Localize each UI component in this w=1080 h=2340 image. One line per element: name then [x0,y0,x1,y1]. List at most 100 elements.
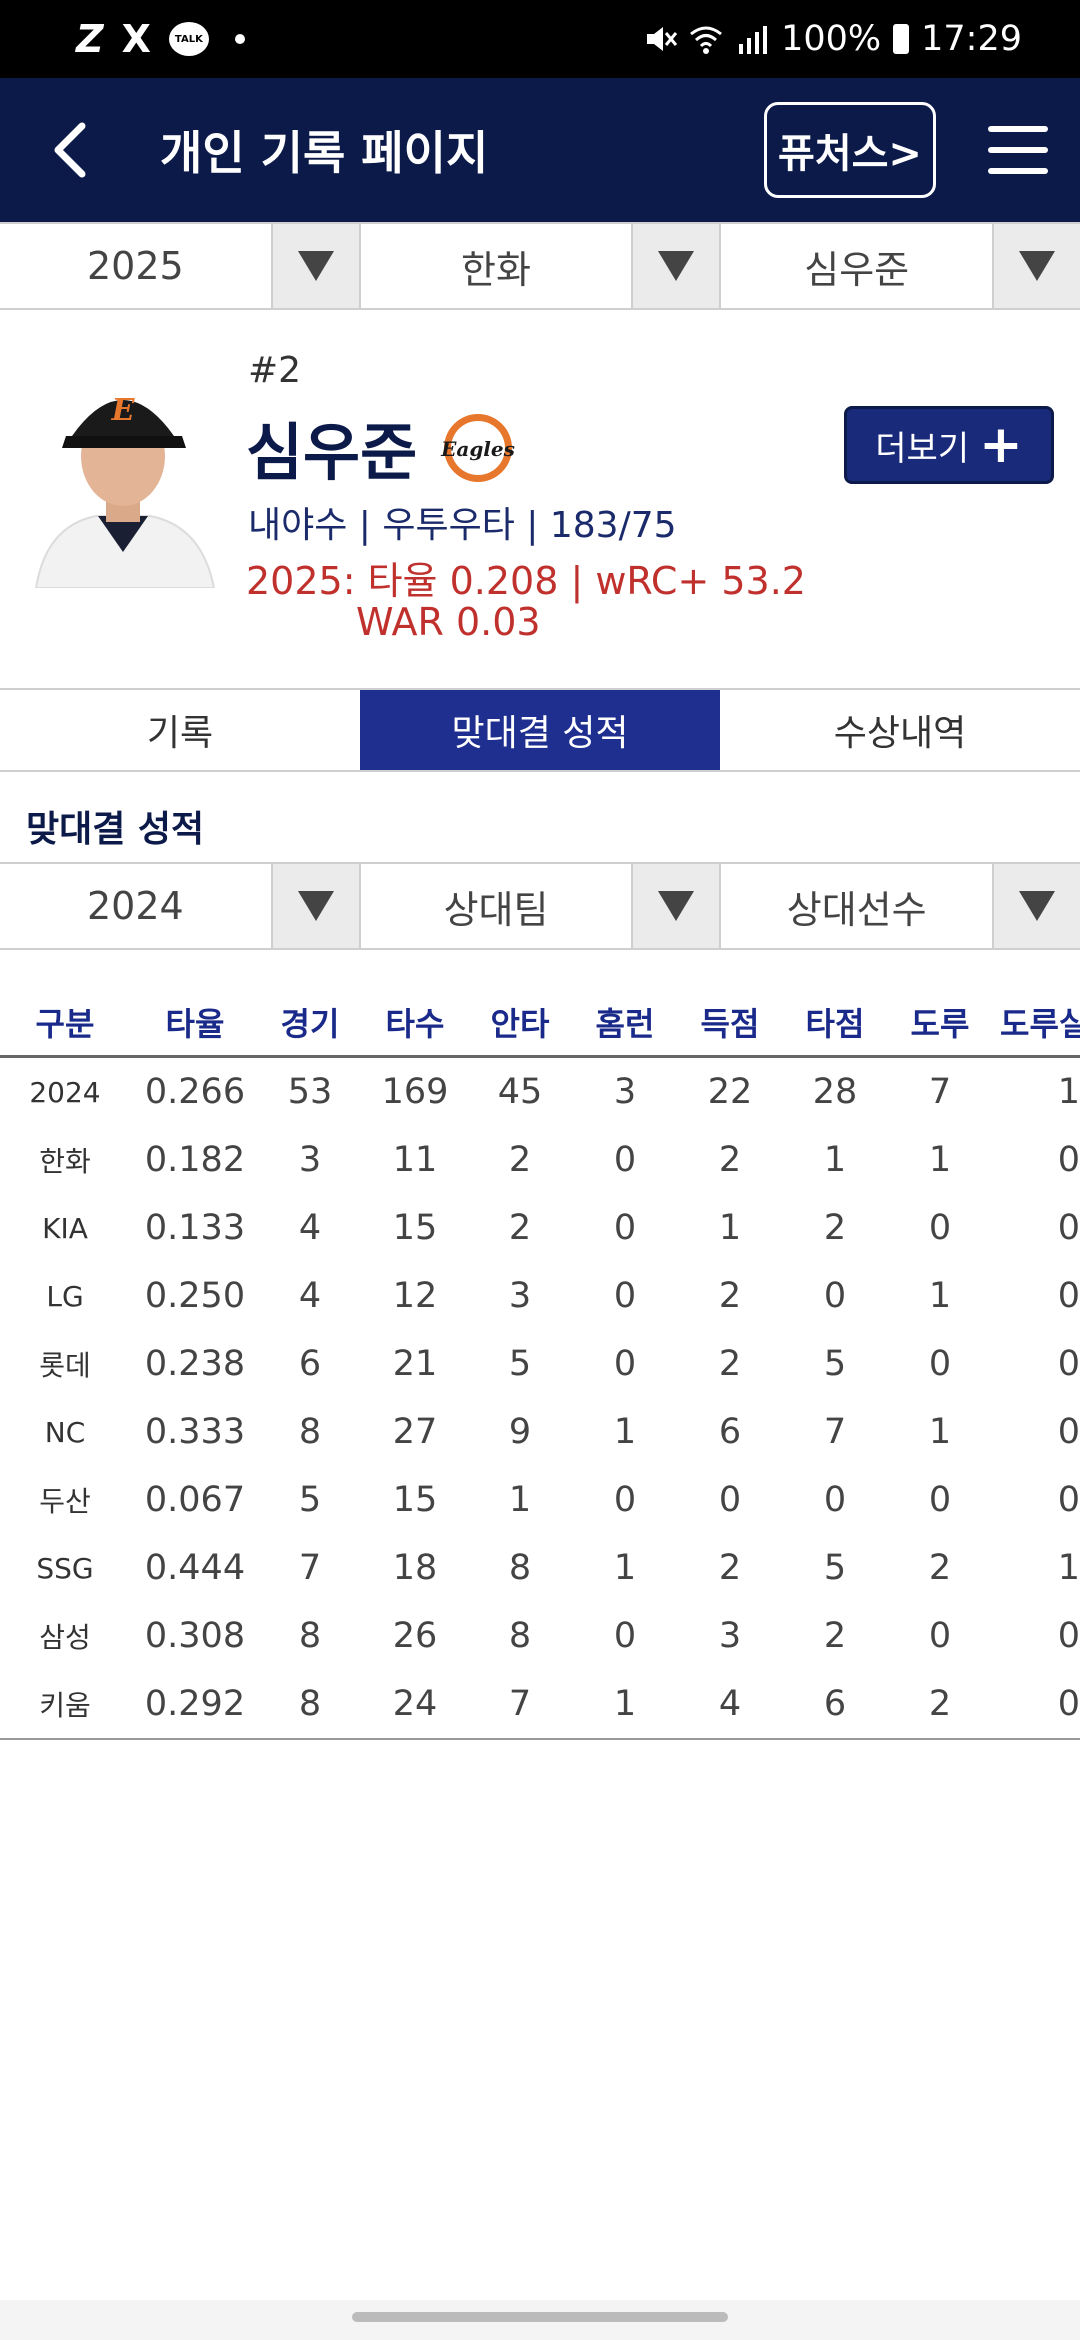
table-row: 삼성 0.308 8 26 8 0 3 2 0 0 [0,1602,1080,1670]
table-cell: 7 [508,1684,532,1724]
table-cell: 1 [928,1276,952,1316]
table-cell: 0 [1057,1480,1080,1520]
opponent-team-value[interactable]: 상대팀 [361,864,632,948]
table-cell: 9 [508,1412,532,1452]
table-cell: 0 [1057,1208,1080,1248]
table-cell: 0 [928,1344,952,1384]
table-cell: 18 [392,1548,438,1588]
row-label: 한화 [39,1145,91,1178]
table-cell: 0 [613,1208,637,1248]
table-cell: 7 [928,1072,952,1112]
x-app-icon: X [121,17,151,61]
dropdown-arrow-icon[interactable] [631,864,720,948]
table-cell: 6 [718,1412,742,1452]
table-cell: 0 [928,1480,952,1520]
player-select-value[interactable]: 심우준 [721,224,992,308]
tab-matchup[interactable]: 맞대결 성적 [360,690,720,770]
table-cell: 0.333 [144,1412,246,1452]
table-cell: 0 [1057,1412,1080,1452]
opponent-team-select[interactable]: 상대팀 [361,864,722,948]
table-cell: 0 [1057,1344,1080,1384]
table-cell: 28 [812,1072,858,1112]
table-row: 롯데 0.238 6 21 5 0 2 5 0 0 [0,1330,1080,1398]
table-header: 도루 [910,1004,970,1043]
row-label: 2024 [29,1075,101,1109]
row-label: 두산 [39,1485,91,1518]
table-cell: 0 [718,1480,742,1520]
status-bar-system: 100% 17:29 [643,0,1022,78]
table-cell: 0 [613,1480,637,1520]
table-cell: 45 [497,1072,543,1112]
table-cell: 0 [928,1616,952,1656]
row-label: SSG [36,1551,94,1585]
home-indicator[interactable] [352,2312,728,2322]
table-header-row: 구분 타율 경기 타수 안타 홈런 득점 타점 도루 도루실 [0,988,1080,1058]
player-selector-row: 2025 한화 심우준 [0,222,1080,310]
table-body: 2024 0.266 53 169 45 3 22 28 7 1 한화 0.182 3 11 2 0 2 1 1 0 K… [0,1058,1080,1740]
matchup-year-value[interactable]: 2024 [0,864,271,948]
table-cell: 0.250 [144,1276,246,1316]
table-cell: 0.444 [144,1548,246,1588]
tab-awards[interactable]: 수상내역 [720,690,1080,770]
table-cell: 15 [392,1480,438,1520]
table-cell: 21 [392,1344,438,1384]
more-button[interactable]: 더보기 + [844,406,1054,484]
table-header: 타율 [165,1004,225,1043]
hamburger-menu-icon[interactable] [988,126,1048,174]
table-cell: 27 [392,1412,438,1452]
matchup-year-select[interactable]: 2024 [0,864,361,948]
table-cell: 0 [613,1140,637,1180]
player-info: 내야수 | 우투우타 | 183/75 [248,505,677,546]
table-cell: 3 [718,1616,742,1656]
svg-text:Eagles: Eagles [440,437,515,461]
table-cell: 26 [392,1616,438,1656]
futures-button[interactable]: 퓨처스> [764,102,936,198]
signal-icon [739,26,768,54]
table-cell: 0 [613,1344,637,1384]
team-select[interactable]: 한화 [361,224,722,308]
table-cell: 3 [298,1140,322,1180]
dropdown-arrow-icon[interactable] [270,224,359,308]
team-select-value[interactable]: 한화 [361,224,632,308]
table-cell: 2 [508,1208,532,1248]
table-cell: 1 [508,1480,532,1520]
year-select[interactable]: 2025 [0,224,361,308]
table-row: 키움 0.292 8 24 7 1 4 6 2 0 [0,1670,1080,1738]
player-photo: E [26,356,220,588]
table-cell: 4 [298,1276,322,1316]
table-cell: 8 [508,1616,532,1656]
back-arrow-icon[interactable] [36,114,108,186]
dropdown-arrow-icon[interactable] [631,224,720,308]
dropdown-arrow-icon[interactable] [270,864,359,948]
wifi-icon [690,26,722,54]
table-cell: 0.133 [144,1208,246,1248]
dropdown-arrow-icon[interactable] [992,864,1080,948]
table-header: 경기 [280,1004,340,1043]
dropdown-arrow-icon[interactable] [992,224,1080,308]
table-cell: 6 [823,1684,847,1724]
table-cell: 2 [718,1140,742,1180]
opponent-player-value[interactable]: 상대선수 [721,864,992,948]
table-cell: 1 [928,1412,952,1452]
matchup-stats-table: 구분 타율 경기 타수 안타 홈런 득점 타점 도루 도루실 2024 0.266… [0,988,1080,1740]
battery-percent: 100% [781,19,882,59]
row-label: 키움 [39,1689,91,1722]
table-row: KIA 0.133 4 15 2 0 1 2 0 0 [0,1194,1080,1262]
player-select[interactable]: 심우준 [721,224,1080,308]
table-cell: 24 [392,1684,438,1724]
table-cell: 0.292 [144,1684,246,1724]
table-cell: 5 [823,1548,847,1588]
table-cell: 0 [613,1276,637,1316]
plus-icon: + [979,415,1023,475]
table-cell: 0 [823,1480,847,1520]
tab-records[interactable]: 기록 [0,690,360,770]
table-cell: 15 [392,1208,438,1248]
year-select-value[interactable]: 2025 [0,224,271,308]
table-cell: 0 [1057,1276,1080,1316]
battery-icon [893,24,910,54]
row-label: 삼성 [39,1621,91,1654]
opponent-player-select[interactable]: 상대선수 [721,864,1080,948]
more-button-label: 더보기 [875,428,970,469]
row-label: KIA [42,1211,88,1245]
table-cell: 1 [613,1412,637,1452]
